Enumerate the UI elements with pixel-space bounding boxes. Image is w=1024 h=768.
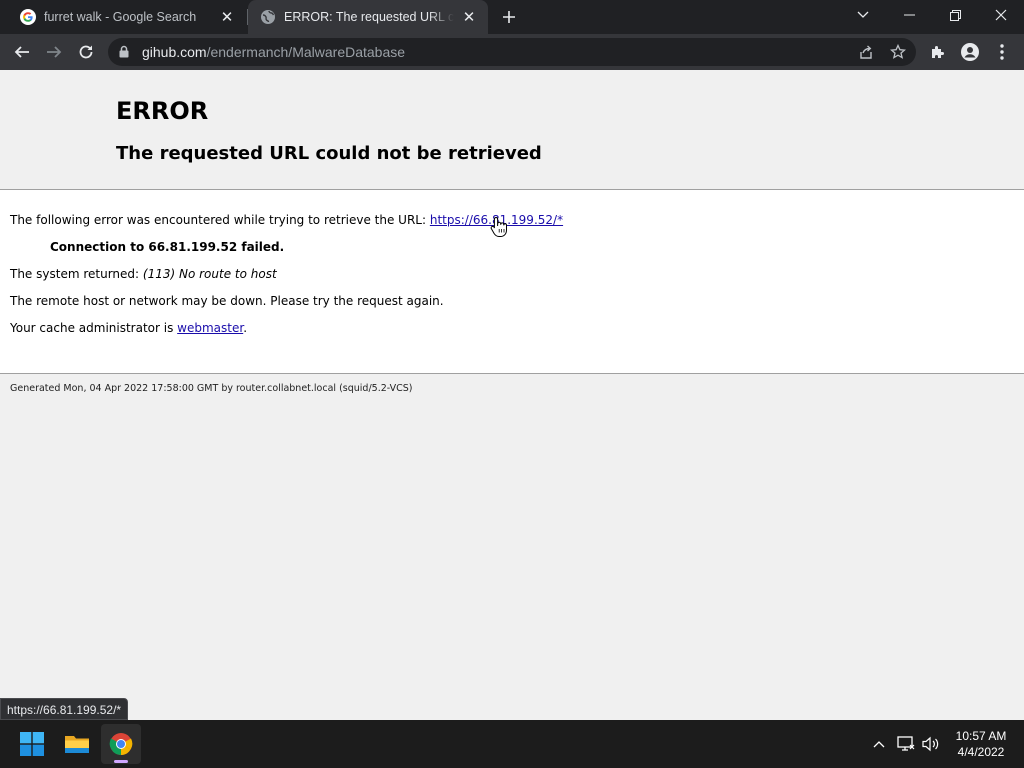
generated-footer: Generated Mon, 04 Apr 2022 17:58:00 GMT … (10, 383, 413, 394)
url-text[interactable]: gihub.com/endermanch/MalwareDatabase (142, 44, 405, 60)
cache-admin-line: Your cache administrator is webmaster. (10, 321, 247, 335)
close-tab-icon[interactable]: ✕ (460, 8, 478, 26)
address-bar[interactable]: gihub.com/endermanch/MalwareDatabase (108, 38, 916, 66)
browser-toolbar: gihub.com/endermanch/MalwareDatabase (0, 34, 1024, 70)
page-content: ERROR The requested URL could not be ret… (0, 70, 1024, 720)
minimize-icon (903, 14, 915, 16)
puzzle-icon (932, 46, 944, 58)
clock-time: 10:57 AM (955, 729, 1007, 743)
close-tab-icon[interactable]: ✕ (218, 8, 236, 26)
cache-admin-text: Your cache administrator is (10, 321, 174, 335)
start-icon (20, 732, 44, 756)
show-hidden-icons-button[interactable] (867, 732, 891, 756)
chevron-down-icon (857, 11, 869, 18)
windows-taskbar: 10:57 AM 4/4/2022 (0, 720, 1024, 768)
globe-icon (260, 9, 276, 25)
share-icon[interactable] (855, 42, 877, 62)
back-arrow-icon (14, 46, 29, 58)
link-status-bubble: https://66.81.199.52/* (0, 698, 129, 720)
tab-title: furret walk - Google Search (44, 10, 197, 24)
system-returned-label: The system returned: (10, 267, 140, 281)
error-body: The following error was encountered whil… (0, 189, 1024, 374)
error-subtitle: The requested URL could not be retrieved (116, 143, 542, 164)
forward-button[interactable] (40, 38, 68, 66)
clock-date: 4/4/2022 (957, 745, 1005, 759)
extensions-button[interactable] (924, 38, 952, 66)
error-header: ERROR The requested URL could not be ret… (0, 70, 1024, 190)
webmaster-link[interactable]: webmaster (177, 321, 243, 335)
close-window-button[interactable] (978, 0, 1024, 30)
error-intro-text: The following error was encountered whil… (10, 213, 427, 227)
error-intro-line: The following error was encountered whil… (10, 213, 563, 227)
chevron-up-icon (873, 741, 885, 748)
remote-host-text: The remote host or network may be down. … (10, 294, 444, 308)
plus-icon (503, 11, 515, 23)
minimize-button[interactable] (886, 0, 932, 30)
chrome-taskbar-button[interactable] (101, 724, 141, 764)
hand-cursor-icon (490, 216, 508, 242)
connection-failed-text: Connection to 66.81.199.52 failed. (50, 240, 285, 254)
tab-google-search[interactable]: furret walk - Google Search ✕ (8, 0, 246, 34)
new-tab-button[interactable] (497, 6, 521, 28)
chrome-icon (109, 733, 133, 755)
start-button[interactable] (12, 724, 52, 764)
more-vert-icon (1000, 44, 1004, 60)
cache-admin-suffix: . (243, 321, 248, 335)
file-explorer-button[interactable] (57, 724, 97, 764)
volume-icon[interactable] (919, 732, 943, 756)
forward-arrow-icon (47, 46, 62, 58)
back-button[interactable] (8, 38, 36, 66)
bookmark-star-icon[interactable] (887, 42, 909, 62)
restore-icon (949, 9, 961, 21)
url-path: /endermanch/MalwareDatabase (206, 44, 406, 60)
active-app-indicator (114, 760, 128, 763)
lock-icon[interactable] (119, 45, 129, 63)
close-icon (995, 9, 1007, 21)
tab-title: ERROR: The requested URL could not be re… (284, 10, 454, 24)
taskbar-clock[interactable]: 10:57 AM 4/4/2022 (946, 728, 1016, 760)
avatar-icon (961, 43, 979, 61)
system-returned-value: (113) No route to host (142, 267, 277, 281)
tab-strip: furret walk - Google Search ✕ ERROR: The… (0, 0, 1024, 34)
reload-icon (79, 45, 93, 59)
url-host: gihub.com (142, 44, 207, 60)
restore-button[interactable] (932, 0, 978, 30)
google-g-icon (20, 9, 36, 25)
reload-button[interactable] (72, 38, 100, 66)
tab-error-page[interactable]: ERROR: The requested URL could not be re… (248, 0, 488, 34)
tab-search-button[interactable] (840, 0, 886, 30)
chrome-menu-button[interactable] (988, 38, 1016, 66)
file-explorer-icon (65, 736, 89, 753)
profile-button[interactable] (956, 38, 984, 66)
network-icon[interactable] (894, 732, 918, 756)
error-title: ERROR (116, 97, 209, 125)
system-returned-line: The system returned: (113) No route to h… (10, 267, 277, 281)
